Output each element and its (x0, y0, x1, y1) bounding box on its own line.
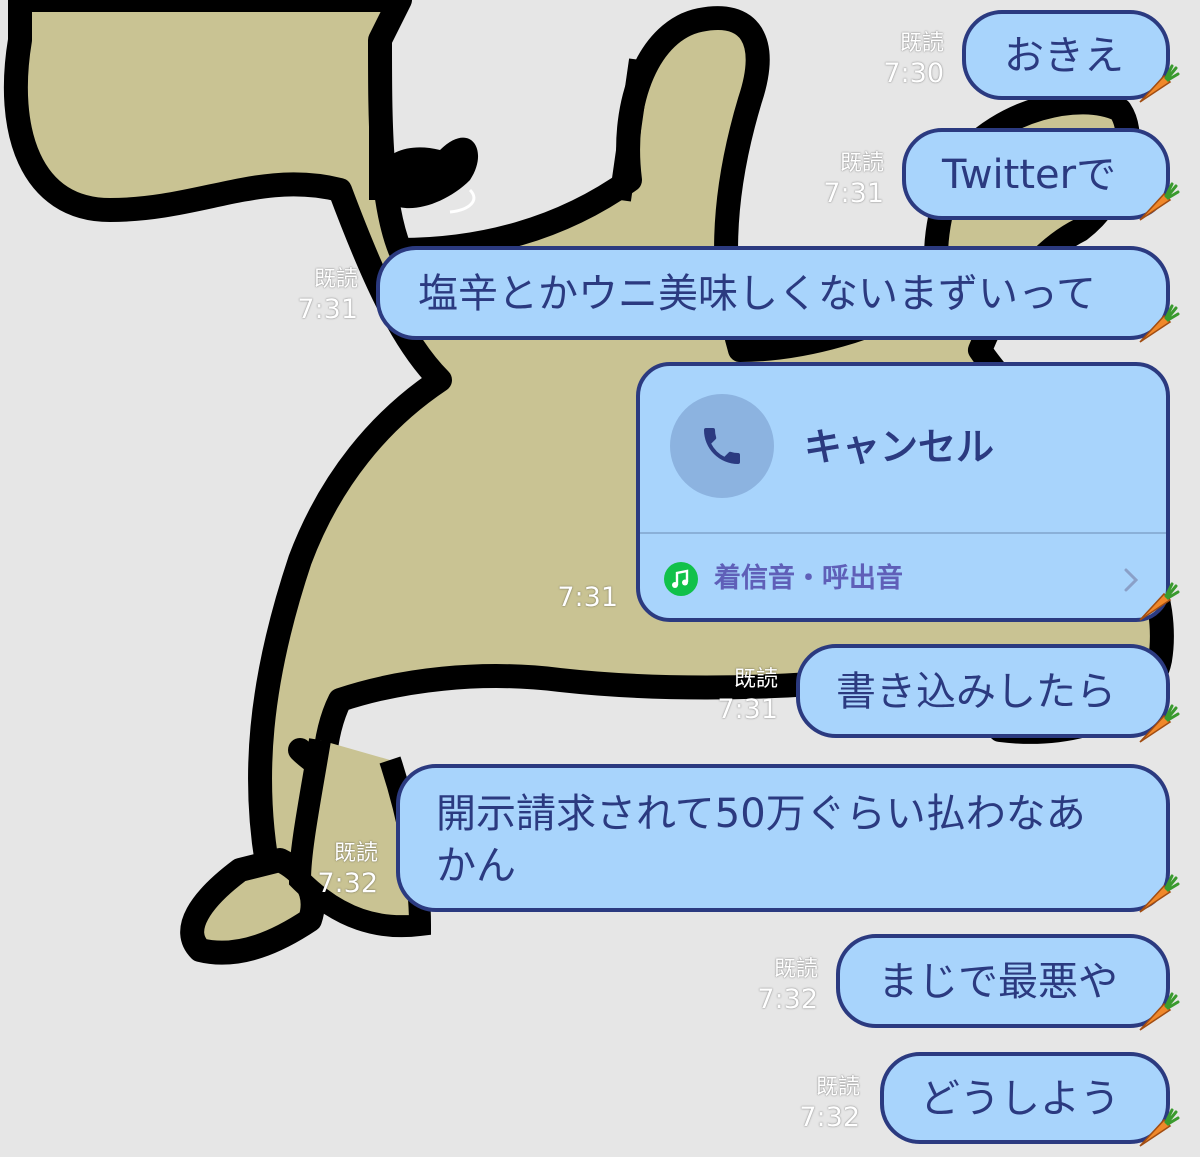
message-text-line-1: 開示請求されて50万ぐらい払わなあ (436, 791, 1086, 837)
message-meta: 既読 7:32 (788, 1074, 860, 1134)
read-receipt: 既読 (839, 151, 884, 176)
message-bubble[interactable]: 書き込みしたら (796, 644, 1170, 738)
divider (640, 532, 1166, 534)
read-receipt: 既読 (733, 667, 778, 692)
message-meta: 既読 7:32 (306, 840, 378, 900)
message-bubble[interactable]: どうしよう (880, 1052, 1170, 1144)
carrot-icon (1139, 182, 1180, 221)
message-text: おきえ (1004, 33, 1124, 79)
read-receipt: 既読 (333, 841, 378, 866)
message-text: まじで最悪や (878, 959, 1118, 1005)
message-meta: 既読 7:30 (872, 30, 944, 90)
message-text-line-2: かん (436, 843, 516, 889)
message-time: 7:32 (317, 868, 378, 899)
message-meta: 既読 7:31 (286, 266, 358, 326)
carrot-icon (1139, 304, 1180, 343)
read-receipt: 既読 (773, 957, 818, 982)
carrot-icon (1139, 1108, 1180, 1147)
carrot-icon (1139, 992, 1180, 1031)
read-receipt: 既読 (313, 267, 358, 292)
message-text: 塩辛とかウニ美味しくないまずいって (418, 271, 1096, 317)
message-text: どうしよう (920, 1076, 1120, 1122)
message-bubble[interactable]: まじで最悪や (836, 934, 1170, 1028)
message-time: 7:32 (799, 1102, 860, 1133)
message-time: 7:31 (823, 178, 884, 209)
carrot-icon (1139, 874, 1180, 913)
message-meta: 既読 7:31 (812, 150, 884, 210)
message-bubble[interactable]: Twitterで (902, 128, 1170, 220)
call-time: 7:31 (557, 582, 618, 613)
call-card[interactable]: キャンセル 着信音・呼出音 (636, 362, 1170, 622)
message-text: 書き込みしたら (836, 669, 1116, 715)
music-note-icon (664, 562, 698, 596)
read-receipt: 既読 (899, 31, 944, 56)
read-receipt: 既読 (815, 1075, 860, 1100)
message-meta: 既読 7:32 (746, 956, 818, 1016)
message-time: 7:31 (297, 294, 358, 325)
carrot-icon (1139, 64, 1180, 103)
message-time: 7:31 (717, 694, 778, 725)
message-bubble[interactable]: 開示請求されて50万ぐらい払わなあ かん (396, 764, 1170, 912)
ringtone-link[interactable]: 着信音・呼出音 (714, 561, 903, 597)
message-time: 7:32 (757, 984, 818, 1015)
carrot-icon (1139, 704, 1180, 743)
message-time: 7:30 (883, 58, 944, 89)
call-status: キャンセル (804, 425, 995, 469)
message-bubble[interactable]: 塩辛とかウニ美味しくないまずいって (376, 246, 1170, 340)
message-meta: 既読 7:31 (706, 666, 778, 726)
phone-icon (670, 394, 774, 498)
carrot-icon (1139, 582, 1180, 621)
message-text: Twitterで (942, 152, 1117, 198)
